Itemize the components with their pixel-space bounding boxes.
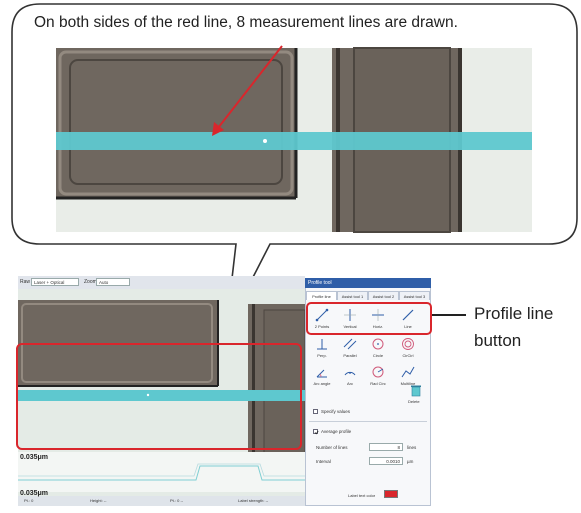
view-select[interactable]: Laser + Optical	[31, 278, 79, 286]
check-icon	[314, 430, 319, 434]
tool-button-parallel[interactable]: Parallel	[338, 336, 362, 362]
highlight-image-band	[16, 343, 302, 450]
panel-title: Profile tool	[305, 278, 431, 288]
note-connector	[432, 314, 466, 316]
interval-unit: µm	[407, 459, 414, 464]
tool-button-circle[interactable]: Circle	[366, 336, 390, 362]
specify-values-checkbox[interactable]	[313, 409, 318, 414]
highlight-profile-line-buttons	[306, 302, 432, 335]
tool-button-arc[interactable]: Arc	[338, 364, 362, 390]
status-1: Pt.: 0	[24, 498, 34, 503]
label-color-text: Label text color	[348, 493, 376, 498]
number-of-lines-input[interactable]: 8	[369, 443, 403, 451]
tool-label: Rad Circ	[370, 381, 386, 386]
delete-label: Delete	[408, 399, 420, 404]
average-profile-label: Average profile	[321, 429, 352, 434]
circle-icon	[372, 338, 384, 350]
number-of-lines-label: Number of lines	[316, 445, 348, 450]
tool-label: CirCirl	[402, 353, 414, 358]
concentric-circle-icon	[402, 338, 414, 350]
view-label: Raw	[20, 279, 31, 285]
specify-values-label: Specify values	[321, 409, 351, 414]
delete-button[interactable]: Delete	[406, 385, 426, 409]
tool-button-perp-[interactable]: Perp.	[310, 336, 334, 362]
arc-icon	[344, 371, 356, 376]
parallel-icon	[343, 338, 357, 350]
tool-button-rad-circ[interactable]: Rad Circ	[366, 364, 390, 390]
label-color-swatch[interactable]	[384, 490, 398, 498]
status-3: Pt.: 0 --	[170, 498, 184, 503]
interval-input[interactable]: 0.0010	[369, 457, 403, 465]
tool-label: Circle	[372, 353, 384, 358]
tool-button-circirl[interactable]: CirCirl	[396, 336, 420, 362]
status-4: Label strength: --	[238, 498, 269, 503]
trash-icon	[411, 385, 421, 397]
readout-top: 0.035μm	[20, 454, 49, 461]
interval-label: Interval	[316, 459, 331, 464]
tab-assist-3[interactable]: Assist tool 3	[399, 291, 430, 300]
tab-profile-line[interactable]: Profile line	[306, 291, 337, 300]
zoom-select[interactable]: Auto	[96, 278, 130, 286]
average-profile-checkbox[interactable]	[313, 429, 319, 434]
tab-assist-1[interactable]: Assist tool 1	[337, 291, 368, 300]
number-of-lines-unit: lines	[407, 445, 417, 450]
multiline-icon	[401, 366, 415, 378]
divider	[309, 421, 427, 422]
readout-bottom: 0.035μm	[20, 490, 49, 497]
tool-button-arc-angle[interactable]: Arc angle	[310, 364, 334, 390]
arc-angle-icon	[316, 369, 327, 378]
radial-circle-icon	[372, 366, 384, 378]
zoom-label: Zoom	[84, 279, 97, 285]
note-line-1: Profile line	[474, 304, 554, 323]
status-2: Height: --	[90, 498, 107, 503]
perpendicular-icon	[317, 339, 327, 350]
note-line-2: button	[474, 331, 522, 350]
tab-assist-2[interactable]: Assist tool 2	[368, 291, 399, 300]
